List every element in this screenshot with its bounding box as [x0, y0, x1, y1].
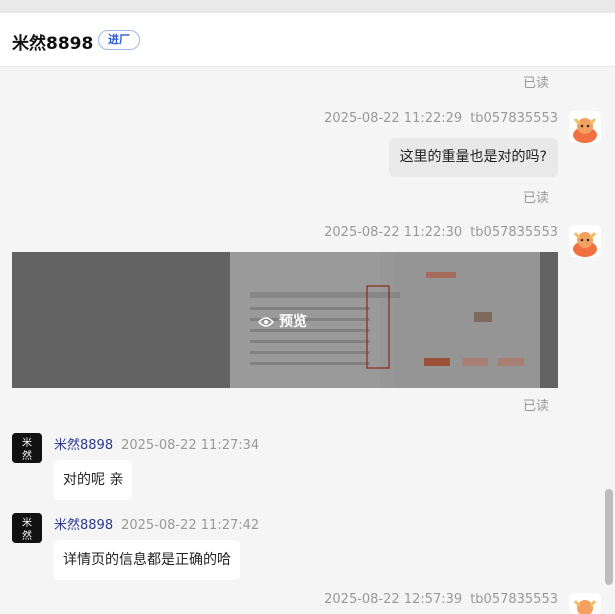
status-badge: 进厂 [98, 30, 140, 50]
read-status: 已读 [522, 399, 549, 414]
shop-avatar[interactable]: 米 然 [12, 513, 42, 543]
message-sender: tb057835553 [470, 225, 558, 240]
preview-button[interactable]: 预览 [258, 311, 307, 331]
message-meta: 2025-08-22 11:22:30 tb057835553 [324, 225, 558, 240]
shop-name[interactable]: 米然8898 [12, 29, 93, 54]
window-top-strip [0, 0, 615, 13]
message-meta: 米然8898 2025-08-22 11:27:42 [54, 514, 259, 533]
message-sender: 米然8898 [54, 438, 114, 453]
message-sender: 米然8898 [54, 518, 114, 533]
message-meta: 2025-08-22 12:57:39 tb057835553 [324, 592, 558, 607]
ox-avatar-icon [573, 118, 597, 143]
chat-header: 米然8898 进厂 [0, 13, 615, 67]
message-sender: tb057835553 [470, 111, 558, 126]
message-time: 2025-08-22 11:22:30 [324, 225, 463, 240]
message-time: 2025-08-22 12:57:39 [324, 592, 463, 607]
message-bubble[interactable]: 这里的重量也是对的吗? [388, 138, 558, 177]
shop-logo-icon: 米 然 [12, 433, 42, 463]
image-message[interactable]: 预览 [12, 252, 558, 388]
message-time: 2025-08-22 11:22:29 [324, 111, 463, 126]
svg-text:然: 然 [22, 449, 32, 462]
message-sender: tb057835553 [470, 592, 558, 607]
message-meta: 米然8898 2025-08-22 11:27:34 [54, 434, 259, 453]
svg-text:然: 然 [22, 529, 32, 542]
message-time: 2025-08-22 11:27:34 [121, 438, 260, 453]
message-bubble[interactable]: 详情页的信息都是正确的哈 [54, 540, 240, 580]
ox-avatar-icon [573, 232, 597, 257]
ox-avatar-icon [573, 600, 597, 614]
scrollbar[interactable] [605, 489, 613, 585]
preview-label: 预览 [279, 314, 307, 330]
message-list[interactable]: 已读 2025-08-22 11:22:29 tb057835553 这里的重量也… [0, 68, 615, 614]
message-meta: 2025-08-22 11:22:29 tb057835553 [324, 111, 558, 126]
eye-icon [258, 317, 274, 327]
svg-text:米: 米 [22, 436, 32, 449]
customer-avatar[interactable] [569, 111, 601, 143]
message-time: 2025-08-22 11:27:42 [121, 518, 260, 533]
svg-text:米: 米 [22, 516, 32, 529]
customer-avatar[interactable] [569, 593, 601, 614]
read-status: 已读 [522, 76, 549, 91]
customer-avatar[interactable] [569, 225, 601, 257]
shop-avatar[interactable]: 米 然 [12, 433, 42, 463]
shop-logo-icon: 米 然 [12, 513, 42, 543]
message-bubble[interactable]: 对的呢 亲 [54, 460, 133, 500]
read-status: 已读 [522, 191, 549, 206]
